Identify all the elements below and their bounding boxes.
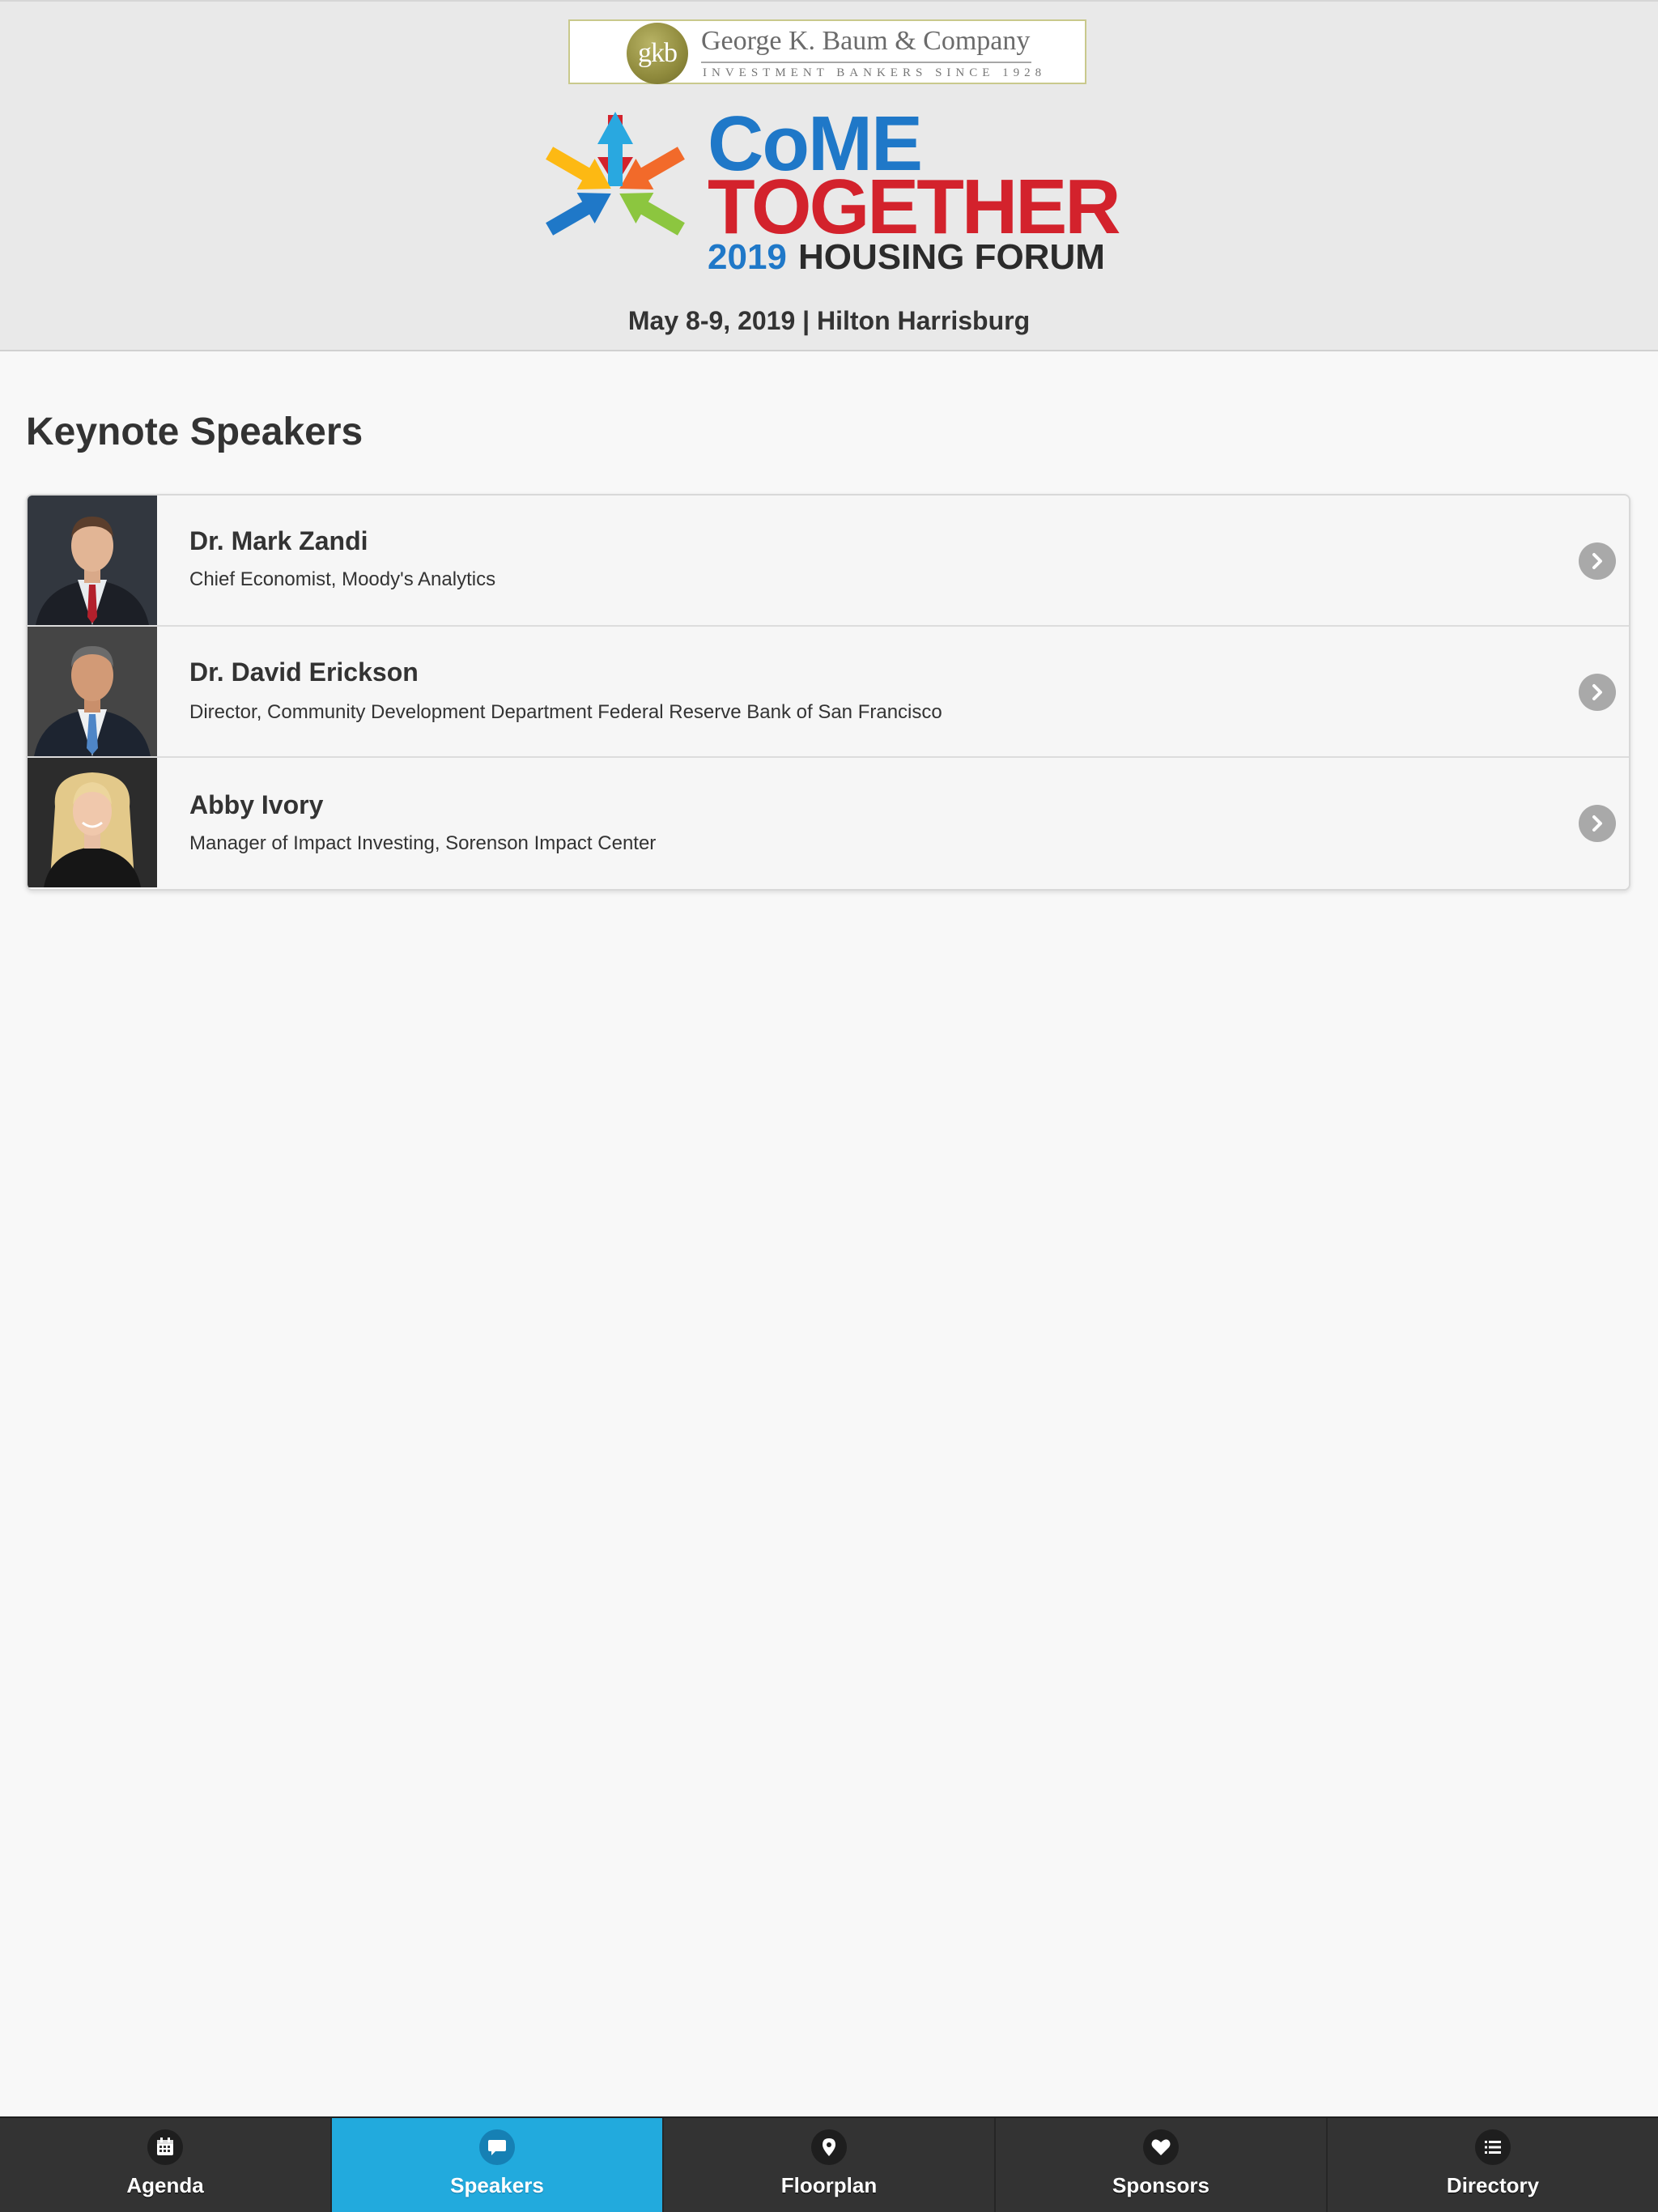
chevron-right-icon[interactable] bbox=[1579, 805, 1616, 842]
tab-label: Speakers bbox=[450, 2173, 544, 2197]
list-icon bbox=[1475, 2129, 1511, 2165]
map-pin-icon bbox=[811, 2129, 847, 2165]
forum-wordmark: CoME TOGETHER 2019 HOUSING FORUM bbox=[708, 105, 1121, 280]
speaker-row[interactable]: Dr. Mark Zandi Chief Economist, Moody's … bbox=[28, 496, 1629, 627]
speaker-photo bbox=[28, 758, 157, 887]
bottom-tab-bar: Agenda Speakers Floorplan Sponsors Direc… bbox=[0, 2116, 1658, 2212]
avatar-woman-blonde bbox=[28, 758, 157, 887]
sponsor-divider bbox=[701, 62, 1031, 63]
tab-directory[interactable]: Directory bbox=[1328, 2118, 1658, 2212]
arrows-burst-logo-icon bbox=[546, 112, 685, 236]
speaker-list: Dr. Mark Zandi Chief Economist, Moody's … bbox=[26, 494, 1630, 891]
speaker-row[interactable]: Abby Ivory Manager of Impact Investing, … bbox=[28, 758, 1629, 889]
speaker-name: Dr. Mark Zandi bbox=[189, 526, 368, 555]
speech-bubble-icon bbox=[479, 2129, 515, 2165]
tab-speakers[interactable]: Speakers bbox=[332, 2118, 664, 2212]
speaker-row[interactable]: Dr. David Erickson Director, Community D… bbox=[28, 627, 1629, 758]
page-title: Keynote Speakers bbox=[26, 410, 363, 453]
logo-line-together: TOGETHER bbox=[708, 164, 1121, 250]
tab-label: Agenda bbox=[126, 2173, 204, 2197]
sponsor-name: George K. Baum & Company bbox=[701, 26, 1031, 56]
speaker-title: Chief Economist, Moody's Analytics bbox=[189, 568, 496, 590]
speaker-photo bbox=[28, 627, 157, 756]
sponsor-banner[interactable]: gkb George K. Baum & Company INVESTMENT … bbox=[568, 19, 1086, 84]
app-header: gkb George K. Baum & Company INVESTMENT … bbox=[0, 0, 1658, 351]
chevron-right-icon[interactable] bbox=[1579, 542, 1616, 580]
forum-logo: CoME TOGETHER 2019 HOUSING FORUM bbox=[536, 105, 1121, 280]
avatar-man-suit-blue-tie bbox=[28, 627, 157, 756]
sponsor-seal-logo: gkb bbox=[627, 23, 688, 84]
heart-icon bbox=[1143, 2129, 1179, 2165]
logo-year: 2019 bbox=[708, 237, 787, 277]
tab-label: Directory bbox=[1446, 2173, 1540, 2197]
tab-sponsors[interactable]: Sponsors bbox=[996, 2118, 1328, 2212]
speaker-title: Director, Community Development Departme… bbox=[189, 701, 942, 723]
tab-label: Floorplan bbox=[780, 2173, 878, 2197]
tab-agenda[interactable]: Agenda bbox=[0, 2118, 332, 2212]
speaker-title: Manager of Impact Investing, Sorenson Im… bbox=[189, 832, 657, 854]
speaker-photo bbox=[28, 496, 157, 625]
logo-subtitle: HOUSING FORUM bbox=[798, 237, 1105, 277]
sponsor-tagline: INVESTMENT BANKERS SINCE 1928 bbox=[703, 66, 1047, 79]
event-date-venue: May 8-9, 2019 | Hilton Harrisburg bbox=[627, 306, 1031, 335]
tab-label: Sponsors bbox=[1112, 2173, 1209, 2197]
speaker-name: Dr. David Erickson bbox=[189, 657, 419, 687]
tab-floorplan[interactable]: Floorplan bbox=[664, 2118, 996, 2212]
calendar-icon bbox=[147, 2129, 183, 2165]
avatar-man-suit-red-tie bbox=[28, 496, 157, 625]
speaker-name: Abby Ivory bbox=[189, 790, 324, 819]
chevron-right-icon[interactable] bbox=[1579, 674, 1616, 711]
